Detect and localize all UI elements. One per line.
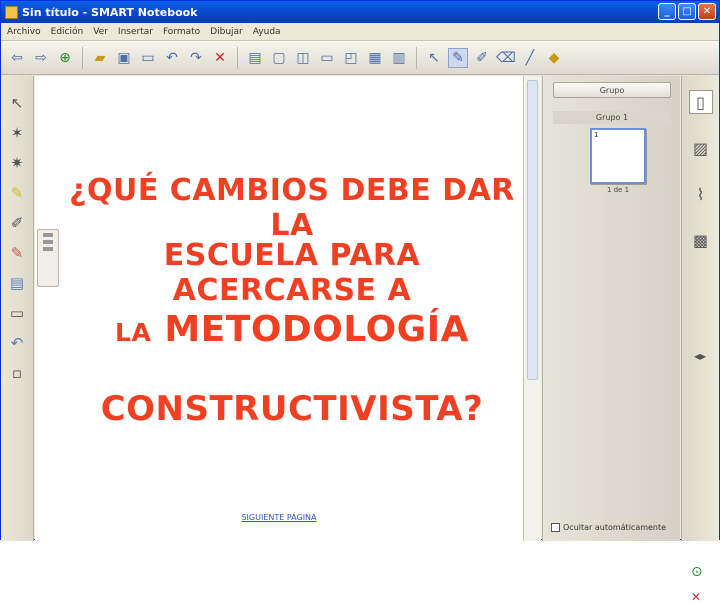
eraser-icon[interactable]: ⌫ <box>496 48 516 68</box>
panel-collapse-arrow-icon[interactable]: ◂▸ <box>694 349 706 363</box>
menu-formato[interactable]: Formato <box>163 27 200 37</box>
line-icon[interactable]: ╱ <box>520 48 540 68</box>
open-folder-icon[interactable]: ▰ <box>90 48 110 68</box>
toolbar-divider <box>237 46 238 69</box>
page-thumbnail-caption: 1 de 1 <box>606 186 630 194</box>
table-icon[interactable]: ▦ <box>365 48 385 68</box>
heading-line-1: ¿QUÉ CAMBIOS DEBE DAR LA <box>69 173 515 243</box>
menu-dibujar[interactable]: Dibujar <box>210 27 243 37</box>
screen-capture-icon[interactable]: ▭ <box>317 48 337 68</box>
main-toolbar: ⇦ ⇨ ⊕ ▰ ▣ ▭ ↶ ↷ ✕ ▤ ▢ ◫ ▭ ◰ ▦ ▥ ↖ ✎ ✐ ⌫ … <box>1 41 719 75</box>
undo-tool-icon[interactable]: ↶ <box>6 332 28 354</box>
floating-tools-handle[interactable] <box>37 229 59 287</box>
heading-line-2: ESCUELA PARA ACERCARSE A <box>163 238 421 308</box>
heading-line-3-word: METODOLOGÍA <box>164 309 469 350</box>
side-tab-strip: ▯ ▨ ⌇ ▩ ◂▸ ⊙ ✕ <box>681 76 719 604</box>
smart-notebook-app-icon <box>5 5 18 19</box>
page-thumbnail[interactable]: 1 <box>590 128 646 184</box>
window-title: Sin título - SMART Notebook <box>22 5 198 19</box>
properties-icon[interactable]: ▥ <box>389 48 409 68</box>
menu-ver[interactable]: Ver <box>93 27 108 37</box>
properties-tab-icon[interactable]: ▩ <box>689 228 713 252</box>
screen-shade-icon[interactable]: ▤ <box>245 48 265 68</box>
magic-pen-icon[interactable]: ✶ <box>6 122 28 144</box>
heading-line-3-article: LA <box>115 318 152 347</box>
eraser-tool-icon[interactable]: ✎ <box>6 242 28 264</box>
next-page-link[interactable]: SIGUIENTE PÁGINA <box>35 513 523 522</box>
save-icon[interactable]: ▣ <box>114 48 134 68</box>
heading-line-3: LA METODOLOGÍA <box>61 309 523 350</box>
document-camera-icon[interactable]: ◰ <box>341 48 361 68</box>
vertical-scrollbar[interactable] <box>523 76 541 541</box>
title-bar[interactable]: Sin título - SMART Notebook _ □ ✕ <box>1 1 719 23</box>
recognition-pen-icon[interactable]: ✷ <box>6 152 28 174</box>
page-thumbnail-number: 1 <box>594 131 599 139</box>
forward-arrow-icon[interactable]: ⇨ <box>31 48 51 68</box>
paste-icon[interactable]: ▭ <box>138 48 158 68</box>
window-controls: _ □ ✕ <box>658 3 716 20</box>
gallery-tab-icon[interactable]: ▨ <box>689 136 713 160</box>
full-screen-icon[interactable]: ▢ <box>269 48 289 68</box>
page-sorter-tab-icon[interactable]: ▯ <box>688 90 713 114</box>
handle-grip <box>43 240 53 244</box>
pen-icon[interactable]: ✎ <box>448 47 468 68</box>
page-sorter-panel: Grupo Grupo 1 1 1 de 1 Ocultar automátic… <box>542 76 680 541</box>
heading-line-4: CONSTRUCTIVISTA? <box>100 389 484 429</box>
autohide-option[interactable]: Ocultar automáticamente <box>551 523 666 532</box>
creative-pen-icon[interactable]: ✐ <box>472 48 492 68</box>
page-tool-icon[interactable]: ▤ <box>6 272 28 294</box>
attachments-tab-icon[interactable]: ⌇ <box>689 182 713 206</box>
delete-icon[interactable]: ✕ <box>210 48 230 68</box>
toolbar-divider <box>82 46 83 69</box>
group-label: Grupo 1 <box>553 111 671 124</box>
handle-grip <box>43 247 53 251</box>
tool-expand-icon[interactable]: ▫ <box>6 362 28 384</box>
menu-insertar[interactable]: Insertar <box>118 27 153 37</box>
panel-close-icon[interactable]: ✕ <box>691 590 701 604</box>
highlighter-icon[interactable]: ✎ <box>6 182 28 204</box>
pen-tool-icon[interactable]: ✐ <box>6 212 28 234</box>
handle-grip <box>43 233 53 237</box>
minimize-icon[interactable]: _ <box>658 3 676 20</box>
menu-archivo[interactable]: Archivo <box>7 27 41 37</box>
group-dropdown-button[interactable]: Grupo <box>553 82 671 98</box>
menu-edicion[interactable]: Edición <box>51 27 84 37</box>
back-arrow-icon[interactable]: ⇦ <box>7 48 27 68</box>
toolbar-divider <box>416 46 417 69</box>
close-icon[interactable]: ✕ <box>698 3 716 20</box>
app-window: Sin título - SMART Notebook _ □ ✕ Archiv… <box>0 0 720 604</box>
select-tool-icon[interactable]: ↖ <box>6 92 28 114</box>
menu-bar: Archivo Edición Ver Insertar Formato Dib… <box>1 23 719 41</box>
add-ons-icon[interactable]: ⊙ <box>691 564 703 580</box>
dual-page-icon[interactable]: ◫ <box>293 48 313 68</box>
autohide-label: Ocultar automáticamente <box>563 523 667 532</box>
keyboard-icon[interactable]: ▭ <box>6 302 28 324</box>
add-page-icon[interactable]: ⊕ <box>55 48 75 68</box>
autohide-checkbox[interactable] <box>551 523 560 532</box>
redo-icon[interactable]: ↷ <box>186 48 206 68</box>
shapes-icon[interactable]: ◆ <box>544 48 564 68</box>
menu-ayuda[interactable]: Ayuda <box>253 27 281 37</box>
undo-icon[interactable]: ↶ <box>162 48 182 68</box>
scrollbar-thumb[interactable] <box>527 80 538 380</box>
maximize-icon[interactable]: □ <box>678 3 696 20</box>
left-tool-strip: ↖ ✶ ✷ ✎ ✐ ✎ ▤ ▭ ↶ ▫ <box>1 76 34 541</box>
select-icon[interactable]: ↖ <box>424 48 444 68</box>
